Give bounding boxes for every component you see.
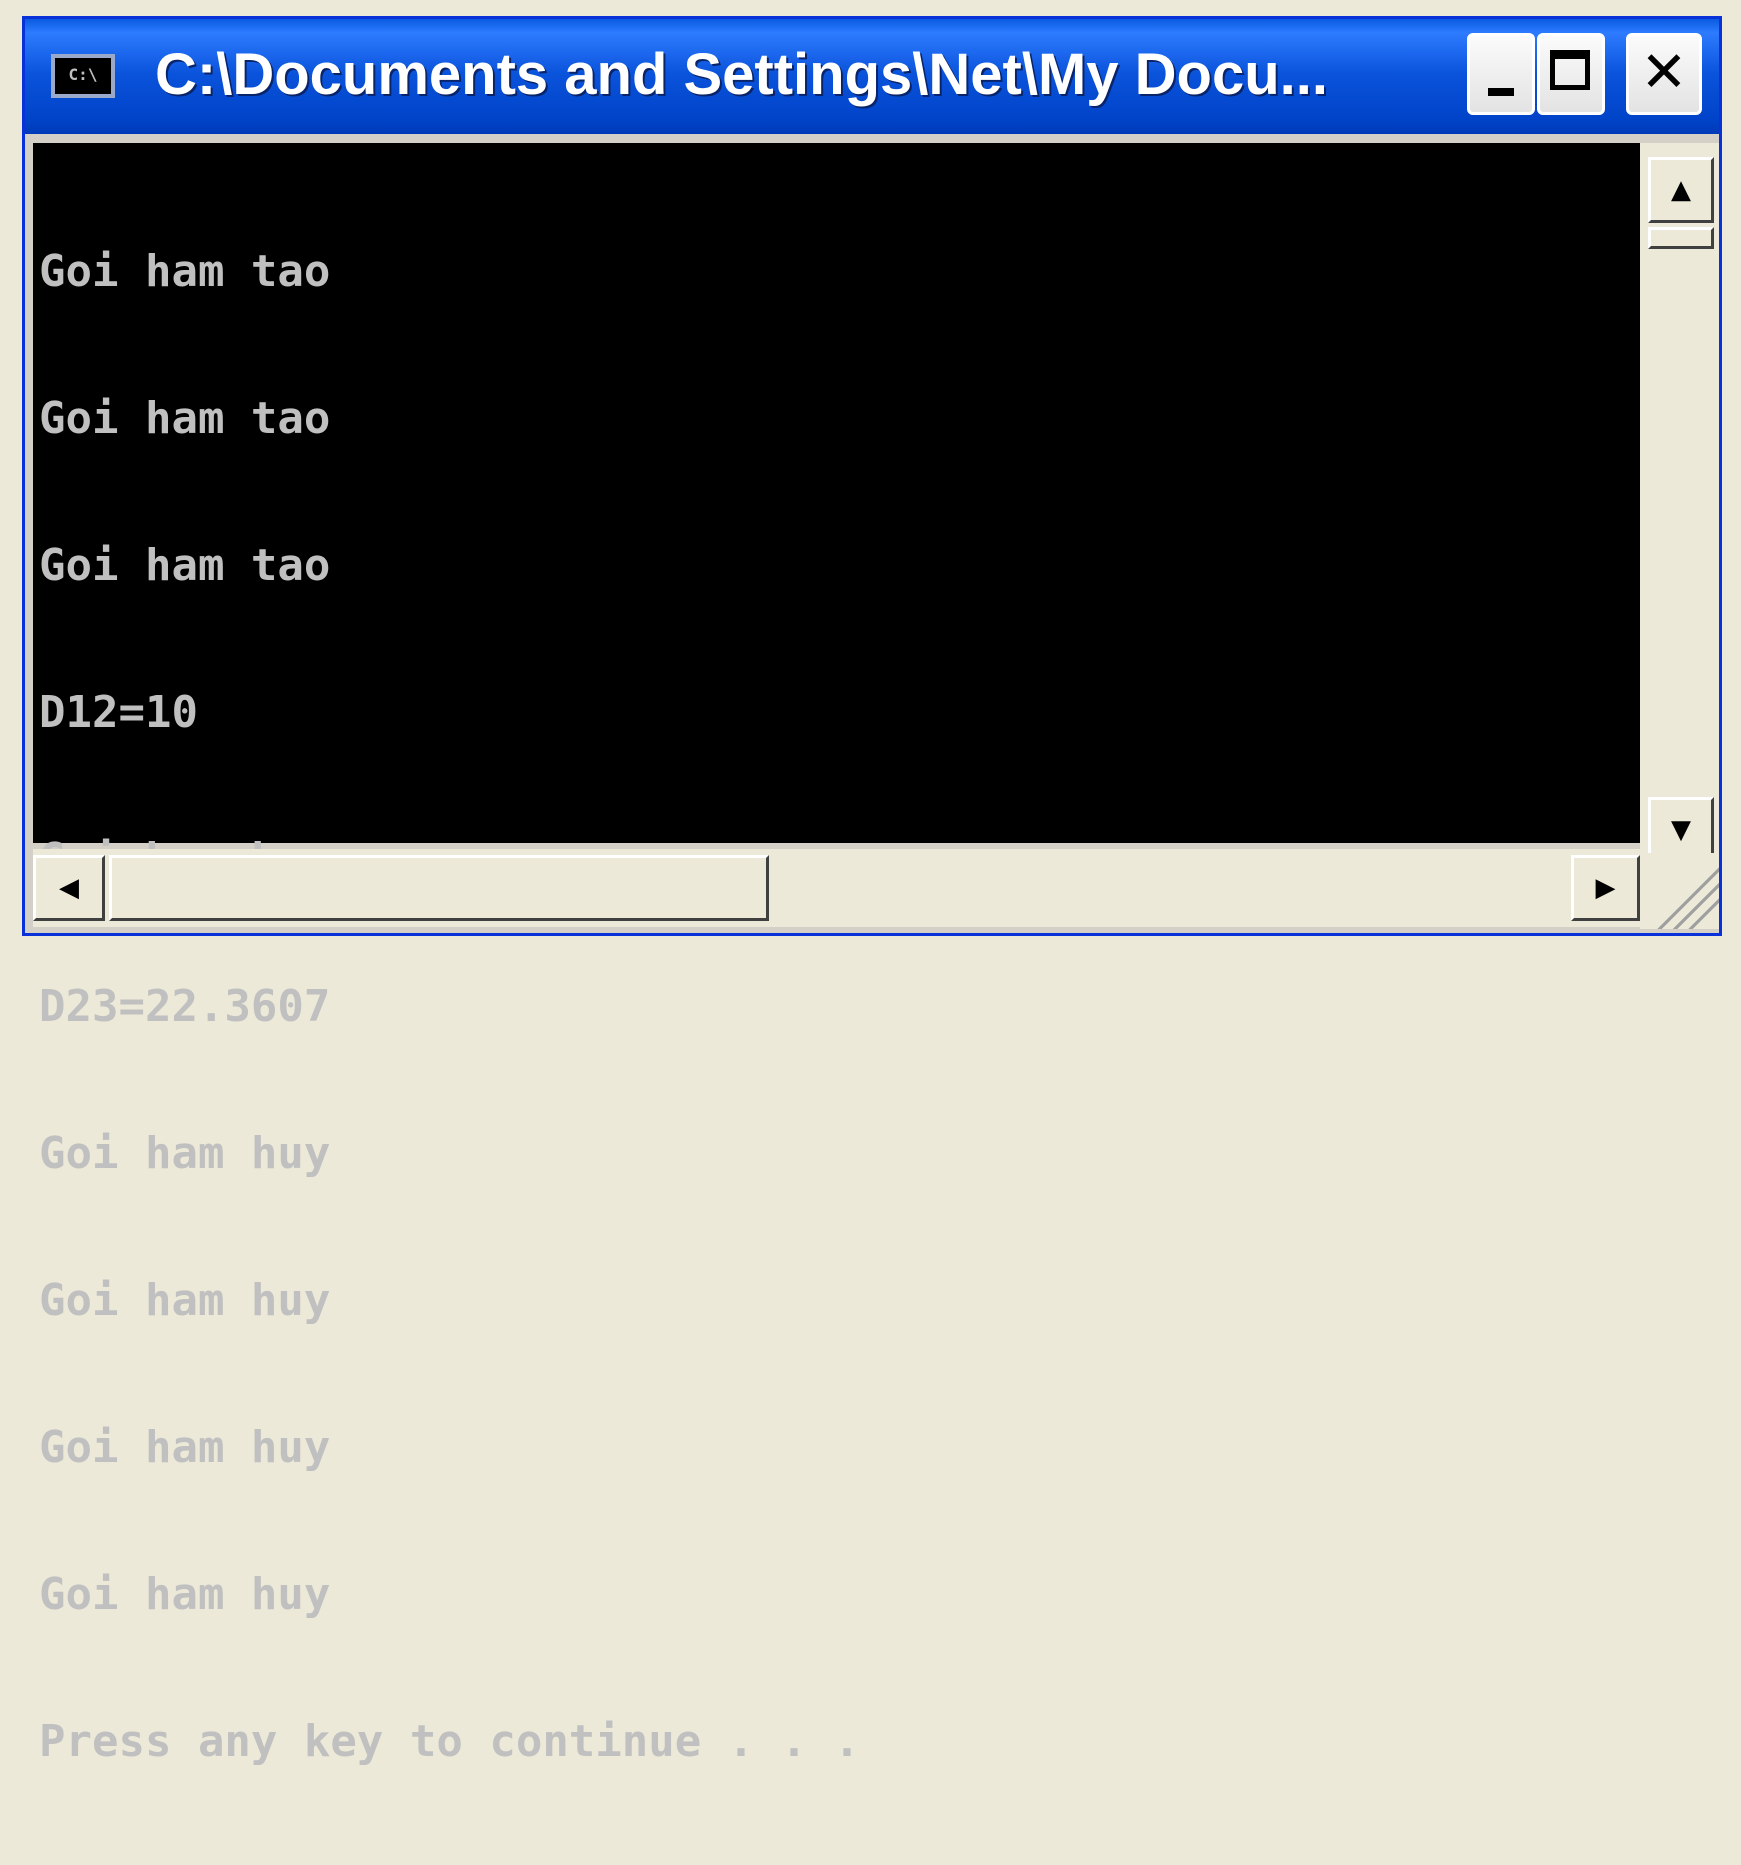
console-line: D12=10 [39,687,198,738]
resize-grip-icon[interactable] [1640,853,1719,929]
horizontal-scroll-thumb[interactable] [109,855,769,921]
console-output-area[interactable]: Goi ham tao Goi ham tao Goi ham tao D12=… [33,143,1640,1766]
window-title: C:\Documents and Settings\Net\My Docu... [155,42,1328,107]
console-text: Goi ham tao Goi ham tao Goi ham tao D12=… [39,149,860,1864]
scroll-left-button[interactable]: ◀ [33,855,105,921]
maximize-button[interactable] [1537,33,1605,115]
minimize-button[interactable] [1467,33,1535,115]
arrow-left-icon: ◀ [59,873,79,903]
console-line: Goi ham tao [39,246,331,297]
console-line: Goi ham tao [39,393,331,444]
console-window: C:\ C:\Documents and Settings\Net\My Doc… [22,16,1722,1766]
close-icon: ✕ [1640,40,1688,105]
console-line: Goi ham huy [39,1569,331,1620]
console-line: Goi ham huy [39,1275,331,1326]
scroll-up-button[interactable]: ▲ [1648,157,1714,223]
close-button[interactable]: ✕ [1626,33,1702,115]
scroll-right-button[interactable]: ▶ [1571,855,1640,921]
console-line: Press any key to continue . . . [39,1716,861,1767]
console-line: D23=22.3607 [39,981,331,1032]
arrow-right-icon: ▶ [1595,873,1616,903]
command-prompt-icon[interactable]: C:\ [51,54,115,98]
maximize-icon [1550,50,1590,90]
console-line: Goi ham tao [39,540,331,591]
horizontal-scrollbar[interactable]: ◀ ▶ [33,849,1640,927]
console-line: Goi ham huy [39,1128,331,1179]
arrow-up-icon: ▲ [1671,175,1691,205]
arrow-down-icon: ▼ [1671,815,1691,845]
vertical-scroll-thumb[interactable] [1648,227,1714,249]
minimize-icon [1488,88,1514,96]
title-bar[interactable]: C:\ C:\Documents and Settings\Net\My Doc… [25,19,1719,134]
console-line: Goi ham huy [39,1422,331,1473]
vertical-scrollbar[interactable]: ▲ ▼ [1640,143,1719,863]
